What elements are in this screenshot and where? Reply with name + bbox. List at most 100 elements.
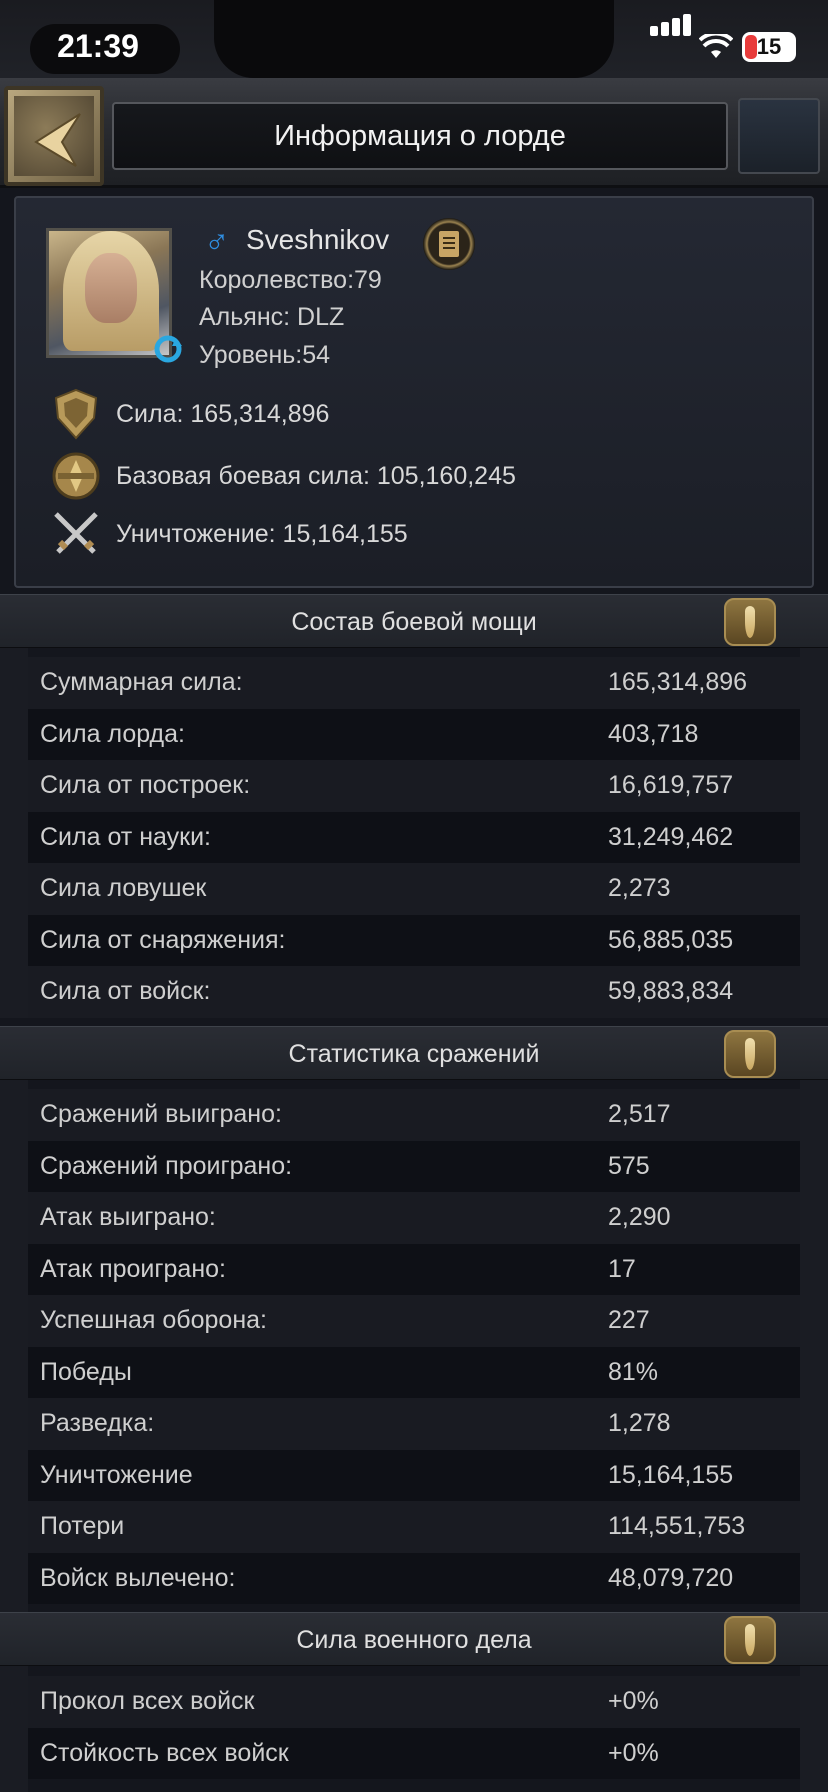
- row-value: 575: [608, 1151, 650, 1180]
- row-value: 59,883,834: [608, 977, 734, 1005]
- military-power-list: Прокол всех войск +0% Стойкость всех войс…: [28, 1676, 800, 1779]
- change-avatar-icon[interactable]: [150, 334, 186, 364]
- section-header-combat-power: Состав боевой мощи: [0, 594, 828, 648]
- side-frame: [0, 1666, 28, 1792]
- header-bar: Информация о лорде: [0, 78, 828, 188]
- list-item: Сила от снаряжения: 56,885,035: [28, 914, 800, 966]
- row-label: Успешная оборона:: [40, 1306, 267, 1334]
- side-frame: [0, 1080, 28, 1612]
- row-label: Атак выиграно:: [40, 1203, 216, 1231]
- base-power-text: Базовая боевая сила: 105,160,245: [116, 462, 516, 490]
- row-value: 16,619,757: [608, 771, 734, 799]
- row-value: 2,517: [608, 1100, 671, 1128]
- side-frame: [800, 648, 828, 1018]
- row-label: Сила от науки:: [40, 822, 211, 851]
- row-value: 227: [608, 1306, 650, 1334]
- row-value: 17: [608, 1254, 636, 1283]
- row-label: Победы: [40, 1357, 132, 1386]
- list-item: Сила ловушек 2,273: [28, 863, 800, 915]
- list-item: Прокол всех войск +0%: [28, 1676, 800, 1728]
- info-button[interactable]: [724, 1030, 776, 1078]
- notch: [214, 0, 614, 78]
- kills-text: Уничтожение: 15,164,155: [116, 520, 408, 548]
- list-item: Успешная оборона: 227: [28, 1295, 800, 1347]
- row-value: 2,290: [608, 1203, 671, 1231]
- list-item: Потери 114,551,753: [28, 1501, 800, 1553]
- battery-level: 15: [756, 34, 782, 59]
- back-button[interactable]: [4, 86, 104, 186]
- row-value: 56,885,035: [608, 925, 734, 954]
- base-power-emblem-icon: [52, 452, 100, 500]
- section-title: Статистика сражений: [288, 1040, 540, 1068]
- details-scroll-button[interactable]: [423, 218, 475, 270]
- list-item: Стойкость всех войск +0%: [28, 1727, 800, 1779]
- side-frame: [0, 648, 28, 1018]
- male-gender-icon: ♂: [204, 222, 230, 260]
- list-item: Разведка: 1,278: [28, 1398, 800, 1450]
- document-icon: [439, 231, 459, 257]
- wifi-icon: [699, 34, 733, 58]
- row-value: 1,278: [608, 1409, 671, 1437]
- row-value: 2,273: [608, 874, 671, 902]
- row-value: 403,718: [608, 719, 699, 748]
- row-label: Сила от снаряжения:: [40, 925, 286, 954]
- ornament-icon: [738, 98, 820, 174]
- exclamation-icon: [745, 606, 755, 638]
- row-value: 114,551,753: [608, 1512, 746, 1540]
- row-value: 31,249,462: [608, 822, 734, 851]
- list-item: Сила от науки: 31,249,462: [28, 811, 800, 863]
- section-title: Состав боевой мощи: [291, 608, 537, 636]
- row-label: Сражений проиграно:: [40, 1151, 293, 1180]
- list-item: Сила от войск: 59,883,834: [28, 966, 800, 1018]
- row-label: Войск вылечено:: [40, 1563, 236, 1592]
- list-item: Атак выиграно: 2,290: [28, 1192, 800, 1244]
- row-label: Суммарная сила:: [40, 668, 243, 696]
- row-value: 15,164,155: [608, 1460, 734, 1489]
- list-item: Сила от построек: 16,619,757: [28, 760, 800, 812]
- status-time: 21:39: [57, 28, 139, 64]
- row-value: +0%: [608, 1687, 659, 1715]
- list-item: Атак проиграно: 17: [28, 1243, 800, 1295]
- info-button[interactable]: [724, 598, 776, 646]
- combat-power-list: Суммарная сила: 165,314,896 Сила лорда: 40…: [28, 657, 800, 1018]
- list-item: Суммарная сила: 165,314,896: [28, 657, 800, 709]
- exclamation-icon: [745, 1624, 755, 1656]
- section-header-battle-stats: Статистика сражений: [0, 1026, 828, 1080]
- status-bar: 21:39 15: [0, 0, 828, 78]
- list-item: Войск вылечено: 48,079,720: [28, 1552, 800, 1604]
- row-label: Стойкость всех войск: [40, 1738, 289, 1767]
- page-title: Информация о лорде: [274, 120, 566, 152]
- back-arrow-icon: [34, 113, 81, 167]
- row-label: Атак проиграно:: [40, 1254, 226, 1283]
- section-header-military-power: Сила военного дела: [0, 1612, 828, 1666]
- info-button[interactable]: [724, 1616, 776, 1664]
- battery-icon: 15: [742, 32, 796, 62]
- row-label: Сила ловушек: [40, 874, 207, 902]
- exclamation-icon: [745, 1038, 755, 1070]
- row-value: 81%: [608, 1357, 659, 1386]
- row-label: Разведка:: [40, 1409, 155, 1437]
- list-item: Сражений проиграно: 575: [28, 1140, 800, 1192]
- list-item: Уничтожение 15,164,155: [28, 1449, 800, 1501]
- row-value: 48,079,720: [608, 1563, 734, 1592]
- level-text: Уровень:54: [199, 341, 331, 369]
- side-frame: [800, 1080, 828, 1612]
- section-title: Сила военного дела: [296, 1626, 532, 1654]
- row-label: Сила от построек:: [40, 771, 251, 799]
- row-label: Уничтожение: [40, 1460, 193, 1489]
- row-label: Потери: [40, 1512, 125, 1540]
- kingdom-text: Королевство:79: [199, 266, 382, 294]
- power-text: Сила: 165,314,896: [116, 400, 330, 428]
- row-label: Сила от войск:: [40, 977, 211, 1005]
- row-label: Сила лорда:: [40, 719, 185, 748]
- row-value: 165,314,896: [608, 668, 748, 696]
- crossed-swords-icon: [54, 512, 98, 554]
- list-item: Победы 81%: [28, 1346, 800, 1398]
- battle-stats-list: Сражений выиграно: 2,517 Сражений проигра…: [28, 1089, 800, 1604]
- row-label: Сражений выиграно:: [40, 1100, 282, 1128]
- list-item: Сила лорда: 403,718: [28, 708, 800, 760]
- row-value: +0%: [608, 1738, 659, 1767]
- list-item: Сражений выиграно: 2,517: [28, 1089, 800, 1141]
- alliance-text: Альянс: DLZ: [199, 303, 345, 331]
- row-label: Прокол всех войск: [40, 1687, 255, 1715]
